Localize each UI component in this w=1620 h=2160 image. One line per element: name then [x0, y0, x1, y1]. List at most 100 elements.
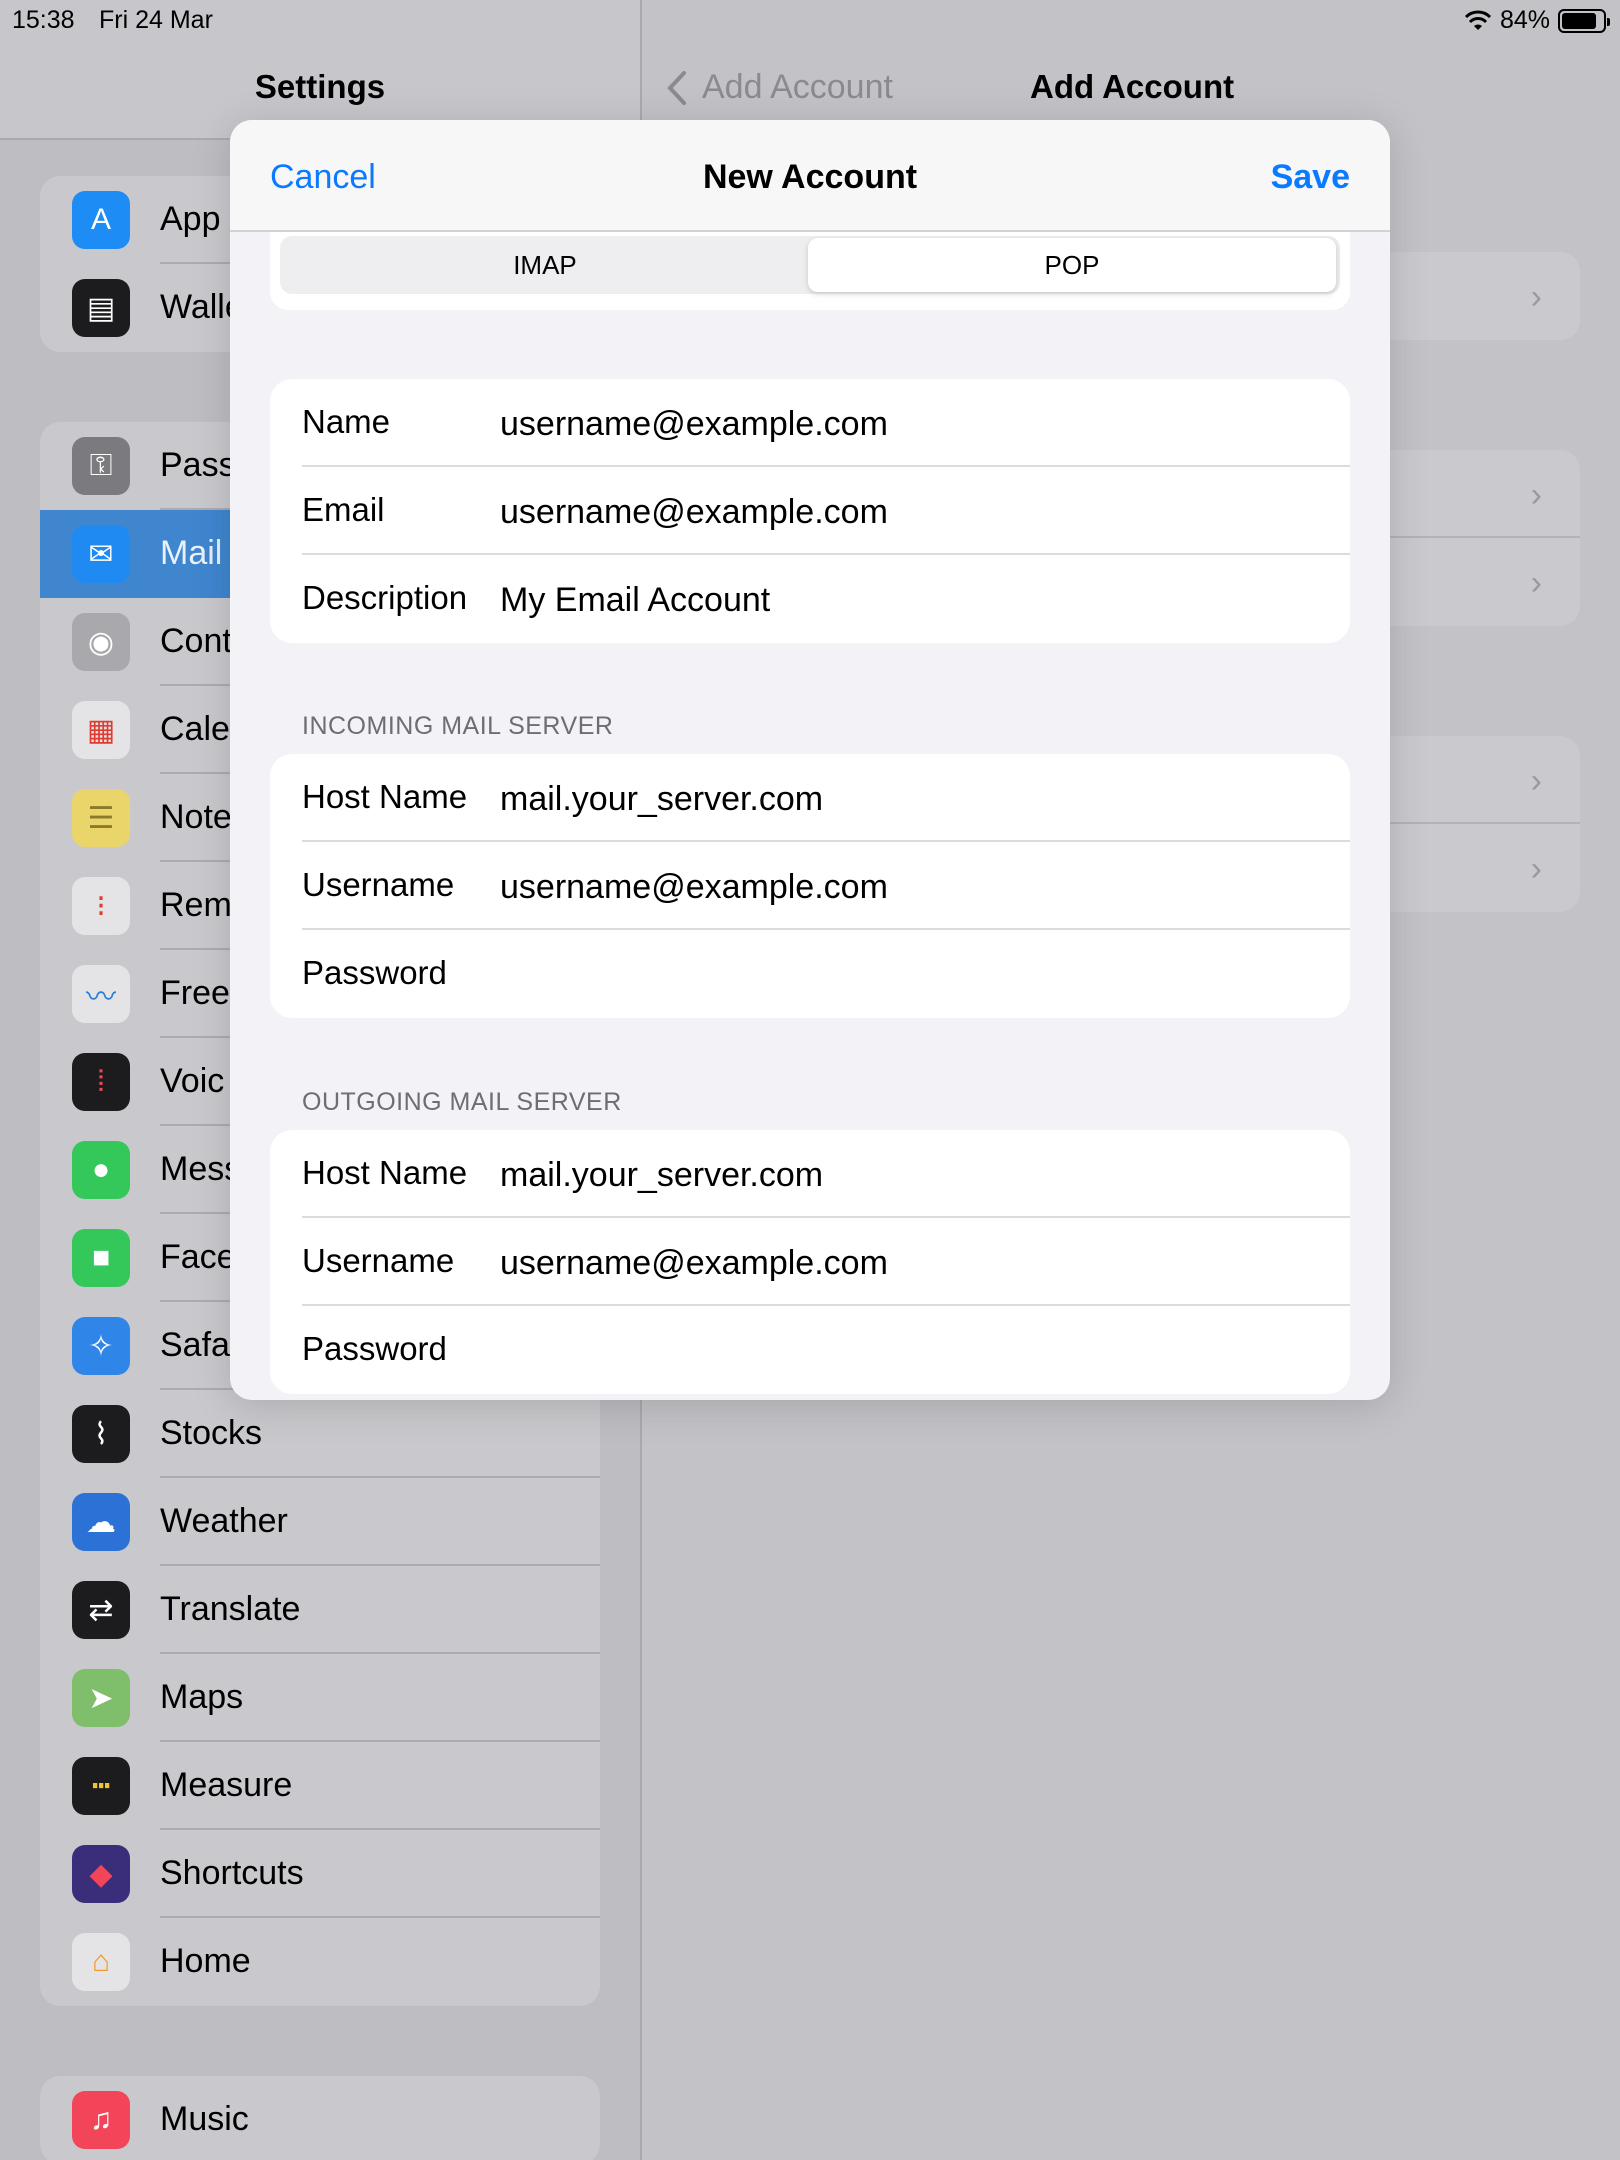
settings-item-label: Cont	[160, 622, 232, 660]
field-label: Password	[302, 954, 447, 991]
field-label: Description	[302, 579, 468, 616]
settings-item-label: Weather	[160, 1502, 288, 1540]
chevron-right-icon: ›	[1530, 762, 1542, 800]
detail-row[interactable]: ›	[1390, 824, 1580, 912]
settings-item[interactable]: ♫ Music	[40, 2076, 600, 2160]
settings-item-label: Note	[160, 798, 232, 836]
account-type-segmented-control: IMAP POP	[280, 236, 1340, 294]
chevron-right-icon: ›	[1530, 564, 1542, 602]
new-account-sheet: New Account Cancel Save IMAP POP Name us…	[230, 120, 1390, 1400]
home-icon: ⌂	[72, 1933, 130, 1991]
freeform-icon: 〰	[72, 965, 130, 1023]
messages-icon: ●	[72, 1141, 130, 1199]
field-label: Username	[302, 1242, 455, 1279]
battery-percent: 84%	[1499, 6, 1550, 34]
chevron-right-icon: ›	[1530, 850, 1542, 888]
settings-item[interactable]: ◆ Shortcuts	[40, 1830, 600, 1918]
status-time: 15:38	[12, 6, 75, 34]
segment-pop[interactable]: POP	[808, 238, 1336, 292]
settings-item-label: Stocks	[160, 1414, 263, 1452]
detail-row[interactable]: ›	[1390, 538, 1580, 626]
status-bar: 15:38 Fri 24 Mar 84%	[0, 0, 1620, 40]
field-label: Name	[302, 403, 391, 440]
battery-fill	[1562, 12, 1596, 29]
field-row[interactable]: Username username@example.com	[270, 842, 1350, 930]
outgoing-username-field[interactable]: username@example.com	[500, 1244, 888, 1283]
sheet-nav-bar: New Account Cancel Save	[230, 120, 1390, 232]
settings-item-label: Face	[160, 1238, 236, 1276]
settings-item-label: Voic	[160, 1062, 225, 1100]
measure-icon: ┅	[72, 1757, 130, 1815]
weather-icon: ☁	[72, 1493, 130, 1551]
settings-item-label: App	[160, 200, 221, 238]
settings-item[interactable]: ┅ Measure	[40, 1742, 600, 1830]
incoming-section-header: INCOMING MAIL SERVER	[302, 712, 614, 740]
settings-item[interactable]: ➤ Maps	[40, 1654, 600, 1742]
name-field[interactable]: username@example.com	[500, 405, 888, 444]
detail-title: Add Account	[1030, 68, 1235, 105]
maps-icon: ➤	[72, 1669, 130, 1727]
segment-imap[interactable]: IMAP	[280, 236, 810, 294]
facetime-icon: ■	[72, 1229, 130, 1287]
field-row[interactable]: Host Name mail.your_server.com	[270, 754, 1350, 842]
sheet-title: New Account	[702, 158, 918, 196]
settings-item-label: Mail	[160, 534, 223, 572]
settings-item-label: Rem	[160, 886, 232, 924]
detail-group-3: › ›	[1390, 736, 1580, 912]
shortcuts-icon: ◆	[72, 1845, 130, 1903]
notes-icon: ☰	[72, 789, 130, 847]
field-row[interactable]: Password	[270, 930, 1350, 1018]
detail-row[interactable]: ›	[1390, 252, 1580, 340]
outgoing-server-card: Host Name mail.your_server.com Username …	[270, 1130, 1350, 1394]
field-row[interactable]: Password	[270, 1306, 1350, 1394]
outgoing-host-field[interactable]: mail.your_server.com	[500, 1156, 823, 1195]
back-button[interactable]: Add Account	[666, 68, 893, 107]
settings-group-3: ♫ Music	[40, 2076, 600, 2160]
settings-item[interactable]: ⇄ Translate	[40, 1566, 600, 1654]
field-row[interactable]: Host Name mail.your_server.com	[270, 1130, 1350, 1218]
chevron-right-icon: ›	[1530, 278, 1542, 316]
field-row[interactable]: Username username@example.com	[270, 1218, 1350, 1306]
reminders-icon: ⁝	[72, 877, 130, 935]
incoming-username-field[interactable]: username@example.com	[500, 868, 888, 907]
settings-item-label: Translate	[160, 1590, 301, 1628]
detail-row[interactable]: ›	[1390, 736, 1580, 824]
save-button[interactable]: Save	[1271, 158, 1350, 197]
settings-item-label: Cale	[160, 710, 230, 748]
settings-item-label: Safa	[160, 1326, 230, 1364]
field-row[interactable]: Description My Email Account	[270, 555, 1350, 643]
voice-memos-icon: ⦙	[72, 1053, 130, 1111]
chevron-right-icon: ›	[1530, 476, 1542, 514]
status-date: Fri 24 Mar	[99, 6, 213, 34]
settings-item[interactable]: ⌂ Home	[40, 1918, 600, 2006]
field-row[interactable]: Name username@example.com	[270, 379, 1350, 467]
app-store-icon: A	[72, 191, 130, 249]
settings-title: Settings	[254, 68, 386, 105]
field-label: Password	[302, 1330, 447, 1367]
account-info-card: Name username@example.com Email username…	[270, 379, 1350, 643]
settings-item[interactable]: ⌇ Stocks	[40, 1390, 600, 1478]
detail-group-2: › ›	[1390, 450, 1580, 626]
settings-item-label: Maps	[160, 1678, 244, 1716]
settings-item-label: Free	[160, 974, 230, 1012]
cancel-button[interactable]: Cancel	[270, 158, 376, 197]
field-row[interactable]: Email username@example.com	[270, 467, 1350, 555]
stocks-icon: ⌇	[72, 1405, 130, 1463]
settings-item-label: Music	[160, 2100, 249, 2138]
settings-item-label: Pass	[160, 446, 236, 484]
settings-item[interactable]: ☁ Weather	[40, 1478, 600, 1566]
chevron-left-icon	[667, 70, 686, 105]
field-label: Email	[302, 491, 385, 528]
settings-item-label: Measure	[160, 1766, 293, 1804]
incoming-host-field[interactable]: mail.your_server.com	[500, 780, 823, 819]
field-label: Username	[302, 866, 455, 903]
email-field[interactable]: username@example.com	[500, 493, 888, 532]
wallet-icon: ▤	[72, 279, 130, 337]
calendar-icon: ▦	[72, 701, 130, 759]
description-field[interactable]: My Email Account	[500, 581, 770, 620]
contacts-icon: ◉	[72, 613, 130, 671]
detail-row[interactable]: ›	[1390, 450, 1580, 538]
field-label: Host Name	[302, 778, 468, 815]
settings-item-label: Home	[160, 1942, 251, 1980]
battery-icon	[1558, 8, 1610, 33]
